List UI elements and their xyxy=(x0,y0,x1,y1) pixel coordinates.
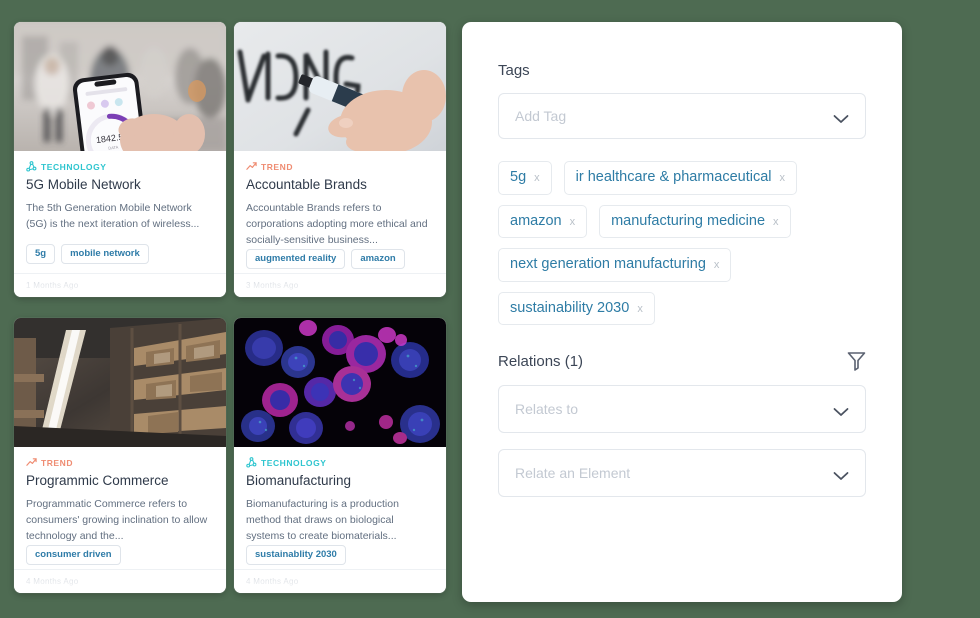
relations-section-heading: Relations (1) xyxy=(498,351,866,372)
card-title: Programmic Commerce xyxy=(26,473,169,488)
card-image-programmatic-commerce xyxy=(14,318,226,447)
card-tag[interactable]: consumer driven xyxy=(26,544,121,566)
tag-chip[interactable]: sustainability 2030 x xyxy=(498,291,655,326)
card-category-label: TREND xyxy=(41,457,74,468)
tag-remove-icon[interactable]: x xyxy=(534,171,540,186)
trend-arrow-icon xyxy=(246,161,257,172)
card-tag[interactable]: augmented reality xyxy=(246,248,346,270)
relations-section: Relations (1) Relates to Relate an Eleme… xyxy=(498,351,866,498)
trend-arrow-icon xyxy=(26,457,37,468)
card-footer: 1 Months Ago xyxy=(14,273,226,297)
trend-card[interactable]: TREND Accountable Brands Accountable Bra… xyxy=(234,22,446,297)
tags-heading-label: Tags xyxy=(498,62,530,79)
chevron-down-icon[interactable] xyxy=(833,404,849,417)
tag-chip[interactable]: manufacturing medicine x xyxy=(599,204,791,239)
tag-remove-icon[interactable]: x xyxy=(780,171,786,186)
card-category-label: TECHNOLOGY xyxy=(261,457,327,468)
tag-chip-label: manufacturing medicine xyxy=(611,212,766,229)
relate-element-placeholder: Relate an Element xyxy=(515,465,631,482)
card-category: TECHNOLOGY xyxy=(246,457,434,468)
trend-card-grid: 1842.56 DATA TECHNOLOGY 5G Mobile Networ… xyxy=(14,22,446,602)
chevron-down-icon[interactable] xyxy=(833,111,849,123)
add-tag-placeholder: Add Tag xyxy=(515,108,567,124)
card-tag[interactable]: mobile network xyxy=(61,243,149,264)
funnel-filter-icon[interactable] xyxy=(847,351,866,372)
tag-chip-label: amazon xyxy=(510,212,562,229)
app-root: 1842.56 DATA TECHNOLOGY 5G Mobile Networ… xyxy=(0,0,980,618)
tag-chip-label: 5g xyxy=(510,169,527,185)
card-tag-list: 5g mobile network xyxy=(26,243,214,273)
tag-remove-icon[interactable]: x xyxy=(637,302,643,317)
relations-heading-label: Relations (1) xyxy=(498,352,584,370)
trend-card[interactable]: 1842.56 DATA TECHNOLOGY 5G Mobile Networ… xyxy=(14,22,226,297)
card-image-biomanufacturing xyxy=(234,318,446,447)
trend-card[interactable]: TECHNOLOGY Biomanufacturing Biomanufactu… xyxy=(234,318,446,593)
card-description: Programmatic Commerce refers to consumer… xyxy=(26,497,208,542)
card-footer: 3 Months Ago xyxy=(234,273,446,297)
card-title: Biomanufacturing xyxy=(246,473,352,488)
card-timestamp: 4 Months Ago xyxy=(26,577,79,586)
tag-chip-label: next generation manufacturing xyxy=(510,256,706,273)
tag-chip[interactable]: next generation manufacturing x xyxy=(498,248,732,282)
card-category: TREND xyxy=(246,161,434,172)
relates-to-select[interactable]: Relates to xyxy=(498,385,866,434)
tag-chip[interactable]: 5g x xyxy=(498,161,552,195)
trend-card[interactable]: TREND Programmic Commerce Programmatic C… xyxy=(14,318,226,593)
card-timestamp: 4 Months Ago xyxy=(246,577,299,586)
tag-remove-icon[interactable]: x xyxy=(773,215,779,230)
card-image-accountable-brands xyxy=(234,22,446,151)
card-body: TREND Accountable Brands Accountable Bra… xyxy=(234,151,446,273)
card-title: Accountable Brands xyxy=(246,177,367,192)
add-tag-select[interactable]: Add Tag xyxy=(498,93,866,139)
card-category-label: TECHNOLOGY xyxy=(41,161,107,172)
card-body: TECHNOLOGY 5G Mobile Network The 5th Gen… xyxy=(14,151,226,273)
card-description: Biomanufacturing is a production method … xyxy=(246,497,399,542)
relates-to-placeholder: Relates to xyxy=(515,401,579,418)
card-footer: 4 Months Ago xyxy=(14,569,226,593)
card-category: TECHNOLOGY xyxy=(26,161,214,172)
card-body: TREND Programmic Commerce Programmatic C… xyxy=(14,447,226,569)
tag-remove-icon[interactable]: x xyxy=(570,215,576,230)
card-category-label: TREND xyxy=(261,161,294,172)
clipped-content-row xyxy=(498,590,866,602)
card-image-5g-mobile-network: 1842.56 DATA xyxy=(14,22,226,151)
relate-an-element-select[interactable]: Relate an Element xyxy=(498,449,866,498)
card-tag[interactable]: sustainablity 2030 xyxy=(246,544,346,566)
card-category: TREND xyxy=(26,457,214,468)
card-tag[interactable]: 5g xyxy=(26,243,56,264)
tag-chip-label: sustainability 2030 xyxy=(510,299,630,316)
tag-chip[interactable]: ir healthcare & pharmaceutical x xyxy=(563,161,797,195)
chevron-down-icon[interactable] xyxy=(833,468,849,481)
card-body: TECHNOLOGY Biomanufacturing Biomanufactu… xyxy=(234,447,446,569)
card-footer: 4 Months Ago xyxy=(234,569,446,593)
card-description: Accountable Brands refers to corporation… xyxy=(246,201,428,246)
tech-node-icon xyxy=(26,161,37,172)
tag-chip-label: ir healthcare & pharmaceutical xyxy=(575,169,772,185)
card-tag[interactable]: amazon xyxy=(351,248,405,270)
tag-chip-list: 5g x ir healthcare & pharmaceutical x am… xyxy=(498,161,866,326)
card-timestamp: 3 Months Ago xyxy=(246,281,299,290)
detail-panel: Tags Add Tag 5g x ir healthcare & pharma… xyxy=(462,22,902,602)
tags-section-heading: Tags xyxy=(498,62,866,79)
card-title: 5G Mobile Network xyxy=(26,177,141,192)
tag-remove-icon[interactable]: x xyxy=(714,258,720,273)
card-description: The 5th Generation Mobile Network (5G) i… xyxy=(26,201,200,230)
tech-node-icon xyxy=(246,457,257,468)
card-timestamp: 1 Months Ago xyxy=(26,281,79,290)
tag-chip[interactable]: amazon x xyxy=(498,204,588,239)
